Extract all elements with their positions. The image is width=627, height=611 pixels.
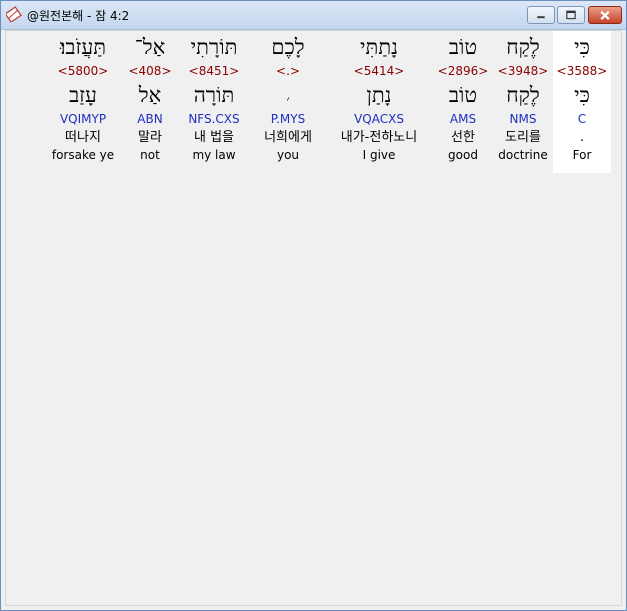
app-window: @원전본해 - 잠 4:2 כִּי <3588> כִּי C . For ל…	[0, 0, 627, 611]
strong-number[interactable]: <2896>	[436, 64, 490, 78]
maximize-icon	[566, 10, 576, 20]
close-button[interactable]	[588, 6, 622, 24]
close-icon	[600, 10, 610, 21]
english-gloss: my law	[192, 148, 236, 162]
english-gloss: forsake ye	[51, 148, 115, 162]
title-bar[interactable]: @원전본해 - 잠 4:2	[1, 1, 626, 30]
interlinear-panel: כִּי <3588> כִּי C . For לֶקַח <3948> לֶ…	[5, 30, 622, 606]
minimize-button[interactable]	[527, 6, 555, 24]
morphology-code: C	[577, 112, 587, 126]
english-gloss: doctrine	[498, 148, 548, 162]
strong-number[interactable]: <3588>	[553, 64, 611, 78]
english-gloss: you	[276, 148, 300, 162]
korean-gloss: 내 법을	[193, 130, 234, 145]
hebrew-lemma: ׳	[286, 93, 290, 109]
english-gloss: For	[572, 148, 592, 162]
hebrew-surface: תּוֹרָתִי	[190, 35, 238, 59]
hebrew-surface: אַל־	[134, 35, 166, 59]
word-column[interactable]: אַל־ <408> אַל ABN 말라 not	[124, 31, 176, 173]
hebrew-lemma: טוֹב	[448, 83, 478, 107]
hebrew-surface: לָכֶם	[271, 35, 305, 59]
app-book-icon	[6, 6, 22, 22]
morphology-code: P.MYS	[270, 112, 306, 126]
word-column[interactable]: טוֹב <2896> טוֹב AMS 선한 good	[436, 31, 490, 173]
korean-gloss: 선한	[451, 130, 475, 145]
korean-gloss: 내가-전하노니	[340, 130, 418, 145]
strong-number[interactable]: <5414>	[324, 64, 434, 78]
korean-gloss: .	[579, 130, 585, 145]
english-gloss: I give	[362, 148, 396, 162]
hebrew-surface: כִּי	[574, 35, 590, 59]
morphology-code: NFS.CXS	[188, 112, 240, 126]
hebrew-lemma: תּוֹרָה	[193, 83, 235, 107]
hebrew-surface: תַּעֲזֹבוּ׃	[59, 35, 107, 59]
english-gloss: good	[448, 148, 478, 162]
korean-gloss: 도리를	[505, 130, 541, 145]
maximize-button[interactable]	[557, 6, 585, 24]
morphology-code: VQIMYP	[59, 112, 107, 126]
hebrew-surface: טוֹב	[448, 35, 478, 59]
strong-number[interactable]: <.>	[252, 64, 324, 78]
korean-gloss: 떠나지	[65, 130, 101, 145]
strong-number[interactable]: <3948>	[494, 64, 552, 78]
hebrew-lemma: כִּי	[574, 83, 590, 107]
hebrew-lemma: עָזַב	[69, 83, 97, 107]
minimize-icon	[537, 16, 545, 19]
morphology-code: AMS	[449, 112, 477, 126]
word-column[interactable]: לֶקַח <3948> לֶקַח NMS 도리를 doctrine	[494, 31, 552, 173]
word-column[interactable]: נָתַתִּי <5414> נָתַן VQACXS 내가-전하노니 I g…	[324, 31, 434, 173]
korean-gloss: 너희에게	[264, 130, 312, 145]
word-column[interactable]: לָכֶם <.> ׳ P.MYS 너희에게 you	[252, 31, 324, 173]
english-gloss: not	[140, 148, 160, 162]
hebrew-lemma: לֶקַח	[506, 83, 540, 107]
strong-number[interactable]: <5800>	[46, 64, 120, 78]
strong-number[interactable]: <8451>	[178, 64, 250, 78]
hebrew-surface: לֶקַח	[506, 35, 540, 59]
hebrew-lemma: אַל	[138, 83, 162, 107]
hebrew-lemma: נָתַן	[366, 83, 392, 107]
korean-gloss: 말라	[138, 130, 162, 145]
morphology-code: VQACXS	[354, 112, 404, 126]
word-column[interactable]: כִּי <3588> כִּי C . For	[553, 31, 611, 173]
hebrew-surface: נָתַתִּי	[360, 35, 398, 59]
word-column[interactable]: תַּעֲזֹבוּ׃ <5800> עָזַב VQIMYP 떠나지 fors…	[46, 31, 120, 173]
strong-number[interactable]: <408>	[124, 64, 176, 78]
morphology-code: NMS	[509, 112, 537, 126]
word-column[interactable]: תּוֹרָתִי <8451> תּוֹרָה NFS.CXS 내 법을 my…	[178, 31, 250, 173]
morphology-code: ABN	[137, 112, 163, 126]
window-title: @원전본해 - 잠 4:2	[27, 9, 130, 23]
